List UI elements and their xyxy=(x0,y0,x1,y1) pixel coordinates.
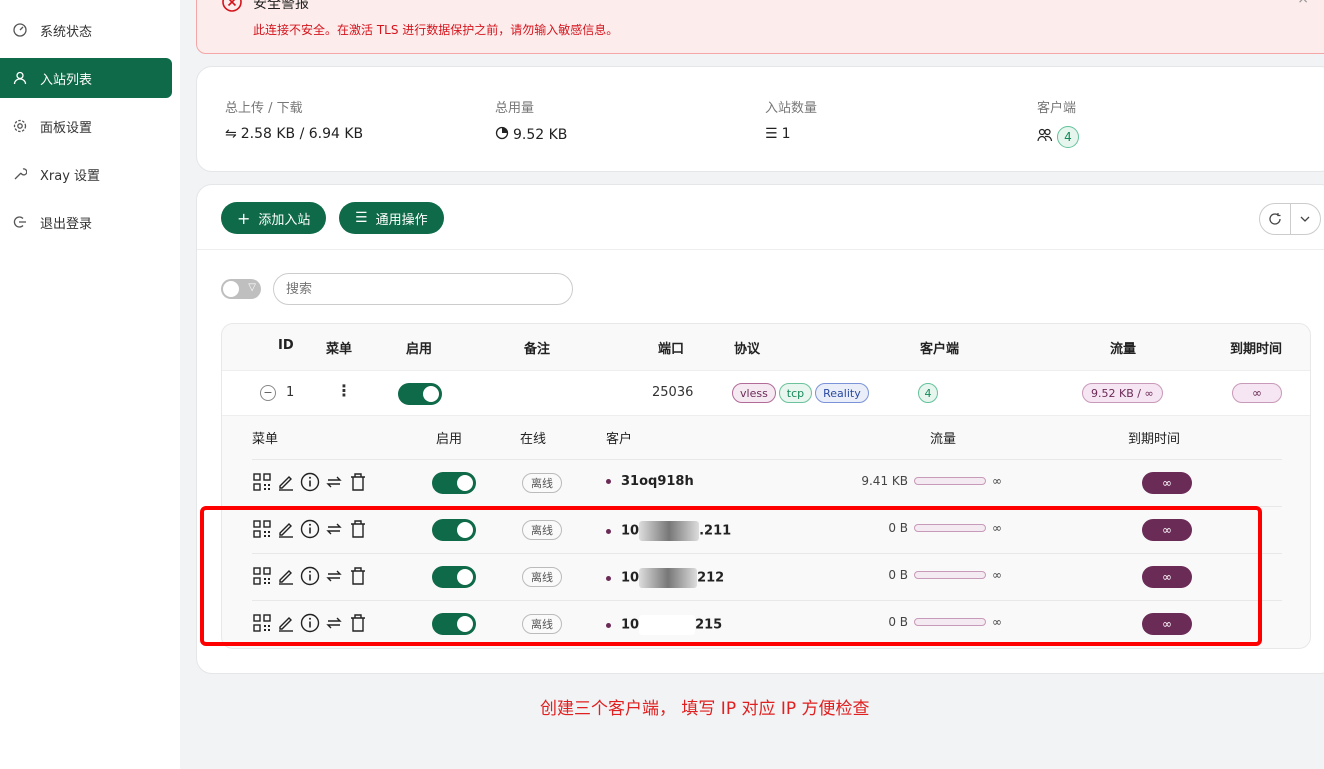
add-inbound-button[interactable]: + 添加入站 xyxy=(221,202,327,234)
security-tag: Reality xyxy=(815,383,869,403)
sidebar-item-inbounds[interactable]: 入站列表 xyxy=(0,58,172,98)
security-alert: 安全警报 此连接不安全。在激活 TLS 进行数据保护之前，请勿输入敏感信息。 × xyxy=(196,0,1324,54)
clients-count-badge: 4 xyxy=(1057,126,1079,148)
general-actions-button[interactable]: ☰ 通用操作 xyxy=(339,202,444,234)
client-row: 离线 31oq918h 9.41 KB ∞ ∞ xyxy=(252,459,1282,506)
stat-upload-download: 总上传 / 下载 ⇋ 2.58 KB / 6.94 KB xyxy=(225,101,364,142)
stat-total-usage: 总用量 9.52 KB xyxy=(495,101,568,144)
pie-chart-icon xyxy=(495,126,509,144)
clients-badge[interactable]: 4 xyxy=(918,383,938,403)
row-menu-icon[interactable]: ⋮ xyxy=(336,381,352,400)
expiry-pill: ∞ xyxy=(1232,383,1282,403)
error-circle-icon xyxy=(221,0,243,17)
inbound-id: 1 xyxy=(286,385,295,400)
sub-col-client: 客户 xyxy=(606,432,633,447)
col-expiry: 到期时间 xyxy=(1230,342,1283,357)
online-status-badge: 离线 xyxy=(522,473,562,493)
sidebar-item-label: 退出登录 xyxy=(40,216,93,232)
gear-icon xyxy=(12,118,28,134)
col-protocol: 协议 xyxy=(734,342,761,357)
col-port: 端口 xyxy=(658,342,685,357)
sub-col-online: 在线 xyxy=(520,432,547,447)
client-name: 31oq918h xyxy=(606,474,694,489)
sidebar-item-system-status[interactable]: 系统状态 xyxy=(0,10,172,50)
users-icon xyxy=(1037,128,1053,146)
user-icon xyxy=(12,70,28,86)
chevron-down-icon[interactable] xyxy=(1289,204,1321,234)
sidebar-item-panel-settings[interactable]: 面板设置 xyxy=(0,106,172,146)
wrench-icon xyxy=(12,166,28,182)
sub-col-enabled: 启用 xyxy=(436,432,463,447)
traffic-progress-bar xyxy=(914,477,986,485)
col-clients: 客户端 xyxy=(920,342,960,357)
filter-icon: ▽ xyxy=(248,282,256,293)
sub-col-expiry: 到期时间 xyxy=(1128,432,1181,447)
protocol-tags: vless tcp Reality xyxy=(732,383,872,403)
close-icon[interactable]: × xyxy=(1297,0,1309,7)
annotation-highlight-box xyxy=(200,506,1262,646)
col-menu: 菜单 xyxy=(326,342,353,357)
transport-tag: tcp xyxy=(778,383,813,403)
client-enable-switch[interactable] xyxy=(432,472,476,494)
inbound-enable-switch[interactable] xyxy=(398,383,442,405)
traffic-pill: 9.52 KB / ∞ xyxy=(1082,383,1163,403)
sidebar-item-label: 系统状态 xyxy=(40,24,93,40)
protocol-tag: vless xyxy=(732,383,776,403)
sidebar-item-xray-settings[interactable]: Xray 设置 xyxy=(0,154,172,194)
sub-col-menu: 菜单 xyxy=(252,432,279,447)
filter-toggle[interactable]: ▽ xyxy=(221,279,261,299)
refresh-icon[interactable] xyxy=(1260,204,1290,234)
search-input[interactable] xyxy=(273,273,573,305)
sidebar-item-logout[interactable]: 退出登录 xyxy=(0,202,172,242)
table-row: − 1 ⋮ 25036 vless tcp Reality 4 9.52 KB … xyxy=(222,370,1310,416)
menu-icon: ☰ xyxy=(355,210,368,226)
inbound-port: 25036 xyxy=(652,385,694,400)
divider xyxy=(197,249,1324,250)
col-remark: 备注 xyxy=(524,342,551,357)
info-icon[interactable] xyxy=(300,470,320,494)
qrcode-icon[interactable] xyxy=(252,470,272,494)
refresh-button-group xyxy=(1259,203,1321,235)
list-icon: ☰ xyxy=(765,126,778,142)
delete-icon[interactable] xyxy=(348,470,368,494)
sidebar-item-label: 面板设置 xyxy=(40,120,93,136)
dashboard-icon xyxy=(12,22,28,38)
sidebar-item-label: Xray 设置 xyxy=(40,168,101,184)
col-enabled: 启用 xyxy=(406,342,433,357)
alert-message: 此连接不安全。在激活 TLS 进行数据保护之前，请勿输入敏感信息。 xyxy=(253,23,619,37)
logout-icon xyxy=(12,214,28,230)
edit-icon[interactable] xyxy=(276,470,296,494)
plus-icon: + xyxy=(237,208,251,228)
stat-clients: 客户端 4 xyxy=(1037,97,1079,148)
reset-traffic-icon[interactable] xyxy=(324,470,344,494)
alert-title: 安全警报 xyxy=(253,0,309,12)
stat-inbound-count: 入站数量 ☰ 1 xyxy=(765,101,818,142)
annotation-note: 创建三个客户端， 填写 IP 对应 IP 方便检查 xyxy=(540,699,870,719)
sub-col-traffic: 流量 xyxy=(930,432,957,447)
col-traffic: 流量 xyxy=(1110,342,1137,357)
col-id: ID xyxy=(278,338,294,353)
collapse-row-button[interactable]: − xyxy=(260,385,276,401)
stats-card: 总上传 / 下载 ⇋ 2.58 KB / 6.94 KB 总用量 9.52 KB … xyxy=(196,66,1324,172)
sidebar-item-label: 入站列表 xyxy=(40,72,93,88)
client-actions xyxy=(252,470,368,494)
client-expiry-badge: ∞ xyxy=(1142,472,1192,494)
swap-icon: ⇋ xyxy=(225,126,237,142)
client-traffic: 9.41 KB ∞ xyxy=(861,474,1002,488)
sidebar: 系统状态 入站列表 面板设置 Xray 设置 退出登录 xyxy=(0,0,180,769)
